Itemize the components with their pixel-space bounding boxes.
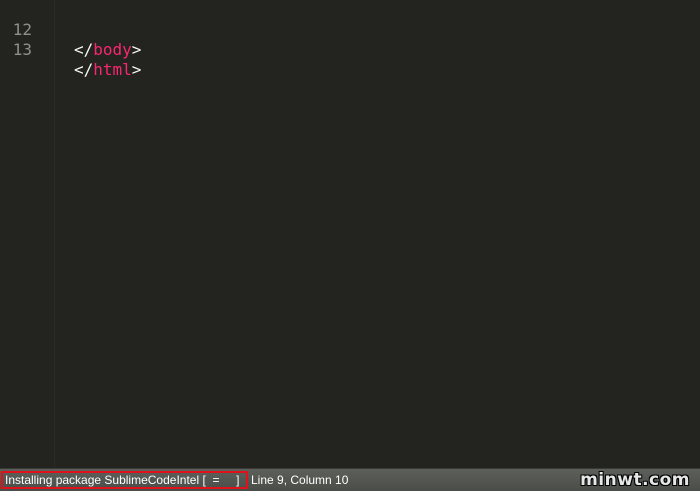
code-line[interactable]: 13 </html> — [0, 20, 700, 79]
code-line[interactable]: 12 </body> — [0, 0, 700, 59]
tag-close-bracket: > — [131, 40, 142, 59]
tag-open-bracket: </ — [74, 40, 94, 59]
tag-close-bracket: > — [131, 60, 142, 79]
status-bar: Installing package SublimeCodeIntel [ = … — [0, 468, 700, 491]
watermark-logo: minwt.com — [580, 470, 690, 490]
editor-pane[interactable]: 12 </body> 13 </html> — [0, 0, 700, 468]
cursor-position: Line 9, Column 10 — [251, 473, 349, 487]
tag-name: html — [93, 60, 132, 79]
tag-name: body — [93, 40, 132, 59]
package-install-status: Installing package SublimeCodeIntel [ = … — [1, 471, 248, 489]
line-number: 13 — [12, 40, 32, 59]
code-text: </body> — [74, 40, 141, 60]
code-text: </html> — [74, 60, 141, 80]
tag-open-bracket: </ — [74, 60, 94, 79]
